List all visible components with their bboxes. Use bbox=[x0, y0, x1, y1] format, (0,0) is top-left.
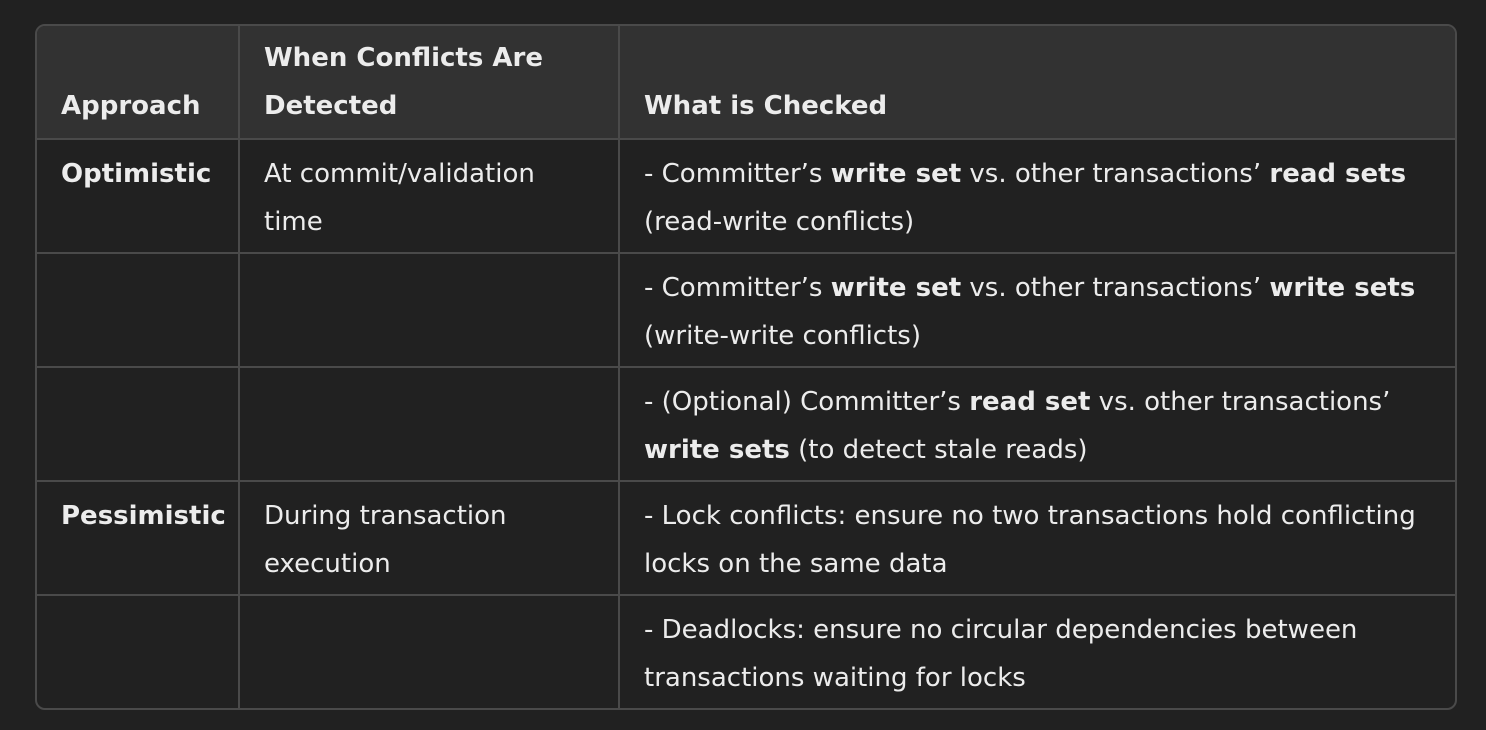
text-segment: (write-write conflicts) bbox=[644, 321, 921, 351]
text-segment: vs. other transactions’ bbox=[961, 273, 1270, 303]
conflict-detection-table: Approach When Conflicts Are Detected Wha… bbox=[37, 26, 1455, 708]
cell-what-checked: - Committer’s write set vs. other transa… bbox=[619, 253, 1455, 368]
checked-text: - Committer’s write set vs. other transa… bbox=[644, 159, 1406, 237]
table-header: Approach When Conflicts Are Detected Wha… bbox=[37, 26, 1455, 140]
text-segment: vs. other transactions’ bbox=[961, 159, 1270, 189]
text-segment: (to detect stale reads) bbox=[789, 435, 1088, 465]
header-when-detected: When Conflicts Are Detected bbox=[239, 26, 620, 140]
cell-approach: Pessimistic bbox=[37, 481, 240, 596]
text-segment: - (Optional) Committer’s bbox=[644, 387, 970, 417]
text-segment: - Deadlocks: ensure no circular dependen… bbox=[644, 615, 1358, 693]
cell-approach bbox=[37, 253, 240, 368]
cell-when-detected bbox=[239, 595, 620, 708]
bold-term: write sets bbox=[1269, 273, 1416, 303]
cell-approach: Optimistic bbox=[37, 139, 240, 254]
text-segment: - Committer’s bbox=[644, 159, 831, 189]
cell-what-checked: - Committer’s write set vs. other transa… bbox=[619, 139, 1455, 254]
table-row: Optimistic At commit/validation time - Com… bbox=[37, 139, 1455, 254]
header-row: Approach When Conflicts Are Detected Wha… bbox=[37, 26, 1455, 140]
cell-what-checked: - (Optional) Committer’s read set vs. ot… bbox=[619, 367, 1455, 482]
cell-when-detected bbox=[239, 367, 620, 482]
bold-term: write set bbox=[830, 273, 962, 303]
checked-text: - Lock conflicts: ensure no two transact… bbox=[644, 501, 1416, 579]
cell-what-checked: - Lock conflicts: ensure no two transact… bbox=[619, 481, 1455, 596]
table-row: - (Optional) Committer’s read set vs. ot… bbox=[37, 367, 1455, 482]
bold-term: write set bbox=[830, 159, 962, 189]
bold-term: read set bbox=[969, 387, 1091, 417]
bold-term: read sets bbox=[1269, 159, 1407, 189]
text-segment: vs. other transactions’ bbox=[1090, 387, 1391, 417]
cell-approach bbox=[37, 367, 240, 482]
table-row: - Committer’s write set vs. other transa… bbox=[37, 253, 1455, 368]
comparison-table: Approach When Conflicts Are Detected Wha… bbox=[35, 24, 1457, 710]
cell-when-detected: During transaction execution bbox=[239, 481, 620, 596]
text-segment: - Committer’s bbox=[644, 273, 831, 303]
cell-when-detected: At commit/validation time bbox=[239, 139, 620, 254]
cell-what-checked: - Deadlocks: ensure no circular dependen… bbox=[619, 595, 1455, 708]
header-approach: Approach bbox=[37, 26, 240, 140]
cell-approach bbox=[37, 595, 240, 708]
checked-text: - Deadlocks: ensure no circular dependen… bbox=[644, 615, 1357, 693]
header-what-checked: What is Checked bbox=[619, 26, 1455, 140]
checked-text: - (Optional) Committer’s read set vs. ot… bbox=[644, 387, 1390, 465]
text-segment: - Lock conflicts: ensure no two transact… bbox=[644, 501, 1416, 579]
checked-text: - Committer’s write set vs. other transa… bbox=[644, 273, 1415, 351]
bold-term: write sets bbox=[644, 435, 790, 465]
text-segment: (read-write conflicts) bbox=[644, 207, 915, 237]
table-row: Pessimistic During transaction execution -… bbox=[37, 481, 1455, 596]
cell-when-detected bbox=[239, 253, 620, 368]
table-row: - Deadlocks: ensure no circular dependen… bbox=[37, 595, 1455, 708]
table-body: Optimistic At commit/validation time - Com… bbox=[37, 139, 1455, 708]
